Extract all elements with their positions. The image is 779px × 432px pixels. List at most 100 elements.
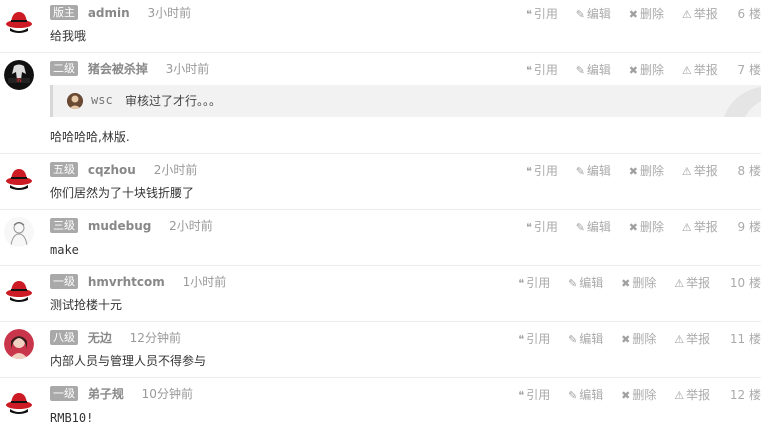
username-link[interactable]: cqzhou — [88, 163, 136, 177]
username-link[interactable]: 弟子规 — [88, 385, 124, 402]
divider — [0, 321, 761, 322]
divider — [0, 265, 761, 266]
delete-button[interactable]: ✖ 删除 — [621, 273, 656, 294]
report-label: 举报 — [693, 63, 718, 77]
username-link[interactable]: hmvrhtcom — [88, 275, 165, 289]
delete-label: 删除 — [639, 7, 664, 21]
quote-label: 引用 — [533, 220, 558, 234]
delete-button[interactable]: ✖ 删除 — [629, 161, 664, 182]
username-link[interactable]: admin — [88, 6, 130, 20]
quote-button[interactable]: ❝ 引用 — [526, 217, 558, 238]
edit-button[interactable]: ✎ 编辑 — [568, 273, 603, 294]
delete-icon: ✖ — [628, 64, 638, 77]
username-link[interactable]: 无边 — [88, 329, 112, 346]
comment-item: 三级 mudebug 2小时前 ❝ 引用 ✎ 编辑 ✖ 删除 ⚠ 举报 9 楼 make — [0, 217, 779, 266]
edit-label: 编辑 — [586, 164, 611, 178]
edit-button[interactable]: ✎ 编辑 — [576, 4, 611, 25]
quote-button[interactable]: ❝ 引用 — [526, 4, 558, 25]
report-label: 举报 — [693, 164, 718, 178]
quote-label: 引用 — [533, 7, 558, 21]
delete-label: 删除 — [639, 164, 664, 178]
username-link[interactable]: mudebug — [88, 219, 152, 233]
post-time: 3小时前 — [165, 62, 210, 76]
report-button[interactable]: ⚠ 举报 — [674, 385, 710, 406]
comment-content: 哈哈哈哈,林版. — [50, 130, 130, 144]
edit-icon: ✎ — [568, 333, 578, 346]
warning-icon: ⚠ — [681, 165, 692, 178]
delete-label: 删除 — [639, 220, 664, 234]
edit-button[interactable]: ✎ 编辑 — [568, 329, 603, 350]
floor-number: 6 楼 — [737, 7, 761, 21]
photo-avatar[interactable] — [4, 329, 34, 359]
edit-button[interactable]: ✎ 编辑 — [576, 217, 611, 238]
redhat-avatar[interactable] — [4, 273, 34, 303]
comment-item: 版主 admin 3小时前 ❝ 引用 ✎ 编辑 ✖ 删除 ⚠ 举报 6 楼 给我哦 — [0, 4, 779, 53]
divider — [0, 52, 761, 53]
post-time: 3小时前 — [147, 6, 192, 20]
edit-icon: ✎ — [568, 277, 578, 290]
warning-icon: ⚠ — [674, 277, 685, 290]
delete-label: 删除 — [632, 332, 657, 346]
dark-avatar[interactable]: IN — [4, 60, 34, 90]
edit-label: 编辑 — [586, 7, 611, 21]
comment-content: 内部人员与管理人员不得参与 — [50, 354, 207, 368]
report-button[interactable]: ⚠ 举报 — [682, 217, 718, 238]
quote-button[interactable]: ❝ 引用 — [526, 161, 558, 182]
quote-button[interactable]: ❝ 引用 — [518, 385, 550, 406]
rank-badge: 二级 — [50, 61, 78, 76]
quote-icon: ❝ — [525, 221, 532, 234]
delete-button[interactable]: ✖ 删除 — [621, 385, 656, 406]
delete-button[interactable]: ✖ 删除 — [621, 329, 656, 350]
rank-badge: 一级 — [50, 386, 78, 401]
edit-icon: ✎ — [575, 64, 585, 77]
redhat-avatar[interactable] — [4, 385, 34, 415]
delete-icon: ✖ — [628, 221, 638, 234]
edit-button[interactable]: ✎ 编辑 — [568, 385, 603, 406]
comment-item: 一级 弟子规 10分钟前 ❝ 引用 ✎ 编辑 ✖ 删除 ⚠ 举报 12 楼 RMB10! — [0, 385, 779, 432]
comment-item: 一级 hmvrhtcom 1小时前 ❝ 引用 ✎ 编辑 ✖ 删除 ⚠ 举报 10 楼 测… — [0, 273, 779, 322]
quote-icon: ❝ — [518, 389, 525, 402]
redhat-avatar[interactable] — [4, 161, 34, 191]
comment-item: 五级 cqzhou 2小时前 ❝ 引用 ✎ 编辑 ✖ 删除 ⚠ 举报 8 楼 你们居然为… — [0, 161, 779, 210]
post-time: 2小时前 — [153, 163, 198, 177]
rank-badge: 一级 — [50, 274, 78, 289]
floor-number: 7 楼 — [737, 63, 761, 77]
delete-button[interactable]: ✖ 删除 — [629, 4, 664, 25]
edit-icon: ✎ — [568, 389, 578, 402]
quote-label: 引用 — [526, 332, 551, 346]
rank-badge: 五级 — [50, 162, 78, 177]
floor-number: 8 楼 — [737, 164, 761, 178]
redhat-avatar[interactable] — [4, 4, 34, 34]
quote-icon: ❝ — [525, 165, 532, 178]
report-button[interactable]: ⚠ 举报 — [682, 4, 718, 25]
sketch-avatar[interactable] — [4, 217, 34, 247]
delete-label: 删除 — [639, 63, 664, 77]
report-label: 举报 — [693, 7, 718, 21]
username-link[interactable]: 猪会被杀掉 — [88, 60, 148, 77]
edit-label: 编辑 — [579, 276, 604, 290]
edit-button[interactable]: ✎ 编辑 — [576, 161, 611, 182]
report-button[interactable]: ⚠ 举报 — [682, 60, 718, 81]
quote-button[interactable]: ❝ 引用 — [526, 60, 558, 81]
report-button[interactable]: ⚠ 举报 — [674, 329, 710, 350]
quote-icon: ❝ — [525, 8, 532, 21]
delete-button[interactable]: ✖ 删除 — [629, 217, 664, 238]
quote-button[interactable]: ❝ 引用 — [518, 329, 550, 350]
report-label: 举报 — [693, 220, 718, 234]
post-time: 10分钟前 — [141, 387, 193, 401]
floor-number: 9 楼 — [737, 220, 761, 234]
quote-decoration-icon — [724, 86, 761, 117]
comment-content: 给我哦 — [50, 29, 87, 43]
quote-button[interactable]: ❝ 引用 — [518, 273, 550, 294]
rank-badge: 三级 — [50, 218, 78, 233]
delete-icon: ✖ — [621, 333, 631, 346]
comment-list: 版主 admin 3小时前 ❝ 引用 ✎ 编辑 ✖ 删除 ⚠ 举报 6 楼 给我哦 IN… — [0, 0, 779, 432]
edit-icon: ✎ — [575, 165, 585, 178]
quote-icon: ❝ — [525, 64, 532, 77]
edit-label: 编辑 — [579, 388, 604, 402]
edit-button[interactable]: ✎ 编辑 — [576, 60, 611, 81]
delete-button[interactable]: ✖ 删除 — [629, 60, 664, 81]
delete-label: 删除 — [632, 276, 657, 290]
report-button[interactable]: ⚠ 举报 — [674, 273, 710, 294]
report-button[interactable]: ⚠ 举报 — [682, 161, 718, 182]
